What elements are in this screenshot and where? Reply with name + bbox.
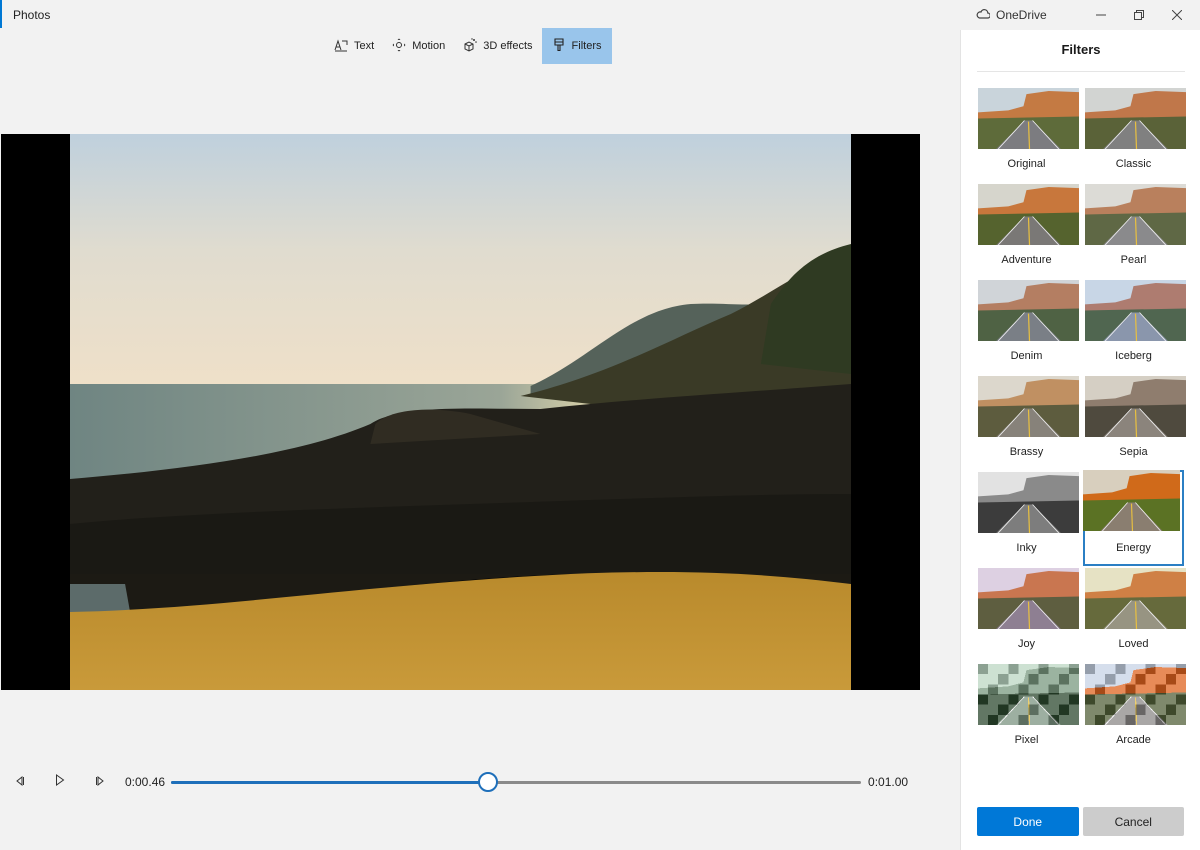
onedrive-indicator[interactable]: OneDrive xyxy=(958,8,1082,22)
panel-buttons: Done Cancel xyxy=(977,807,1184,836)
filter-thumbnail xyxy=(978,664,1079,725)
close-icon xyxy=(1171,8,1183,23)
filter-iceberg[interactable]: Iceberg xyxy=(1083,278,1186,374)
onedrive-label: OneDrive xyxy=(996,8,1047,22)
restore-icon xyxy=(1134,8,1144,23)
filter-label: Joy xyxy=(1017,638,1036,650)
toolbar-motion-label: Motion xyxy=(412,40,446,52)
filter-label: Iceberg xyxy=(1115,350,1152,362)
filter-label: Energy xyxy=(1116,542,1151,554)
filter-original[interactable]: Original xyxy=(976,86,1079,182)
filter-thumbnail xyxy=(978,88,1079,149)
filter-joy[interactable]: Joy xyxy=(976,566,1079,662)
timeline-progress xyxy=(171,781,489,784)
timeline-scrubber[interactable] xyxy=(171,772,862,792)
filter-label: Original xyxy=(1007,158,1046,170)
filter-energy[interactable]: Energy xyxy=(1083,470,1184,566)
filter-thumbnail xyxy=(978,280,1079,341)
filter-label: Pixel xyxy=(1014,734,1039,746)
filter-classic[interactable]: Classic xyxy=(1083,86,1186,182)
filter-label: Classic xyxy=(1115,158,1152,170)
filter-label: Brassy xyxy=(1009,446,1044,458)
3d-effects-icon xyxy=(463,37,478,55)
filter-pixel[interactable]: Pixel xyxy=(976,662,1079,758)
photos-app-window: Photos OneDrive Text Motion 3D effects F… xyxy=(0,0,1200,850)
restore-button[interactable] xyxy=(1120,0,1158,30)
filter-thumbnail xyxy=(978,568,1079,629)
filter-thumbnail xyxy=(1085,88,1186,149)
toolbar-text-label: Text xyxy=(354,40,375,52)
filter-thumbnail xyxy=(1085,664,1186,725)
filter-pearl[interactable]: Pearl xyxy=(1083,182,1186,278)
play-icon xyxy=(55,773,65,791)
motion-icon xyxy=(392,38,406,55)
app-title: Photos xyxy=(0,0,50,28)
total-time: 0:01.00 xyxy=(868,775,909,789)
filter-brassy[interactable]: Brassy xyxy=(976,374,1079,470)
filter-thumbnail xyxy=(1083,470,1180,531)
filter-label: Arcade xyxy=(1116,734,1151,746)
filter-thumbnail xyxy=(1085,184,1186,245)
cloud-icon xyxy=(976,8,991,22)
panel-title: Filters xyxy=(1061,42,1101,57)
filter-thumbnail xyxy=(978,472,1079,533)
filter-adventure[interactable]: Adventure xyxy=(976,182,1079,278)
filter-thumbnail xyxy=(1085,568,1186,629)
next-frame-button[interactable] xyxy=(80,765,120,799)
filter-sepia[interactable]: Sepia xyxy=(1083,374,1186,470)
text-icon xyxy=(334,38,348,55)
timeline-thumb[interactable] xyxy=(478,772,499,792)
filter-denim[interactable]: Denim xyxy=(976,278,1079,374)
filter-label: Sepia xyxy=(1119,446,1148,458)
filter-label: Inky xyxy=(1016,542,1037,554)
window-controls: OneDrive xyxy=(958,0,1200,30)
toolbar-motion-button[interactable]: Motion xyxy=(383,28,454,64)
filter-thumbnail xyxy=(1085,376,1186,437)
filter-inky[interactable]: Inky xyxy=(976,470,1079,566)
filter-thumbnail xyxy=(1085,280,1186,341)
minimize-button[interactable] xyxy=(1082,0,1120,30)
filter-thumbnail xyxy=(978,376,1079,437)
close-button[interactable] xyxy=(1158,0,1196,30)
play-button[interactable] xyxy=(40,765,80,799)
filter-label: Adventure xyxy=(1001,254,1052,266)
toolbar-filters-button[interactable]: Filters xyxy=(541,28,612,64)
toolbar-text-button[interactable]: Text xyxy=(325,28,383,64)
filter-grid: Original Classic Adventure Pearl Denim Iceber… xyxy=(976,86,1186,758)
next-frame-icon xyxy=(95,773,105,791)
filter-label: Loved xyxy=(1118,638,1149,650)
filter-arcade[interactable]: Arcade xyxy=(1083,662,1186,758)
toolbar-3d-effects-label: 3D effects xyxy=(483,40,533,52)
edit-toolbar: Text Motion 3D effects Filters xyxy=(325,28,612,64)
cancel-button[interactable]: Cancel xyxy=(1082,807,1184,836)
panel-divider xyxy=(977,71,1185,72)
filter-thumbnail xyxy=(978,184,1079,245)
preview-photo xyxy=(70,134,851,690)
filter-label: Denim xyxy=(1010,350,1043,362)
previous-frame-button[interactable] xyxy=(0,765,40,799)
done-button[interactable]: Done xyxy=(977,807,1079,836)
previous-frame-icon xyxy=(15,773,25,791)
playback-bar: 0:00.46 0:01.00 xyxy=(0,765,930,799)
minimize-icon xyxy=(1096,8,1106,23)
filters-icon xyxy=(552,37,566,55)
toolbar-filters-label: Filters xyxy=(571,40,602,52)
filters-panel: Filters Original Classic Adventure Pearl Den… xyxy=(960,30,1200,850)
filter-label: Pearl xyxy=(1120,254,1147,266)
filter-loved[interactable]: Loved xyxy=(1083,566,1186,662)
video-preview[interactable] xyxy=(1,134,920,690)
current-time: 0:00.46 xyxy=(125,775,166,789)
toolbar-3d-effects-button[interactable]: 3D effects xyxy=(454,28,541,64)
